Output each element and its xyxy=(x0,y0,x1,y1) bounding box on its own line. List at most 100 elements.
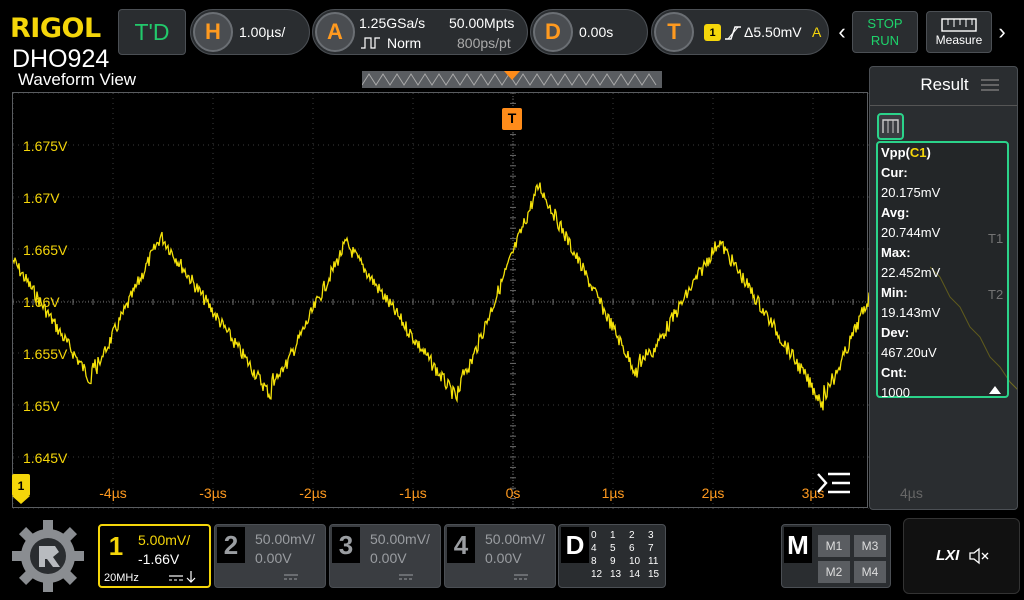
vpp-measurement-card[interactable]: Vpp(C1) Cur: 20.175mV Avg: 20.744mV Max:… xyxy=(876,141,1009,400)
math-channels-box[interactable]: M M1 M3 M2 M4 xyxy=(781,524,891,588)
brand-logo: RIGOL xyxy=(10,13,101,44)
digital-bit: 3 xyxy=(648,530,654,541)
digital-channels-box[interactable]: D 0 1 2 3 4 5 6 7 8 9 10 11 12 13 14 15 xyxy=(558,524,666,588)
y-label-3: 1.66V xyxy=(23,294,60,310)
pulse-icon xyxy=(361,37,380,49)
y-label-4: 1.655V xyxy=(23,346,68,362)
top-bar: RIGOL DHO924 T'D H 1.00µs/ A 1.25GSa/s N… xyxy=(0,0,1024,72)
dc-coupling-icon xyxy=(514,574,528,580)
channel-1-level-marker[interactable]: 1 xyxy=(12,474,30,504)
stop-label: STOP xyxy=(867,16,903,31)
y-label-5: 1.65V xyxy=(23,398,60,414)
digital-bit: 0 xyxy=(591,530,597,541)
x-label-3: -1µs xyxy=(399,485,427,501)
lxi-label: LXI xyxy=(936,547,960,564)
y-label-1: 1.67V xyxy=(23,190,60,206)
channel-1-offset: -1.66V xyxy=(138,551,180,567)
gear-icon[interactable] xyxy=(8,516,88,596)
measurement-name: Vpp xyxy=(881,145,906,160)
dc-coupling-icon xyxy=(169,571,196,583)
channel-3-box[interactable]: 3 50.00mV/ 0.00V xyxy=(329,524,441,588)
channel-4-number: 4 xyxy=(447,527,475,563)
triangle-up-icon[interactable] xyxy=(988,385,1002,395)
digital-bit: 5 xyxy=(610,543,616,554)
ruler-icon xyxy=(941,18,977,32)
lxi-status-box[interactable]: LXI xyxy=(903,518,1020,594)
digital-label: D xyxy=(561,527,589,563)
row-value-cur: 20.175mV xyxy=(881,185,941,200)
row-value-cnt: 1000 xyxy=(881,385,910,400)
digital-bit: 4 xyxy=(591,543,597,554)
row-label-avg: Avg: xyxy=(881,205,910,220)
speaker-muted-icon[interactable] xyxy=(968,547,990,565)
channel-3-number: 3 xyxy=(332,527,360,563)
digital-bit: 12 xyxy=(591,569,603,580)
channel-4-scale: 50.00mV/ xyxy=(485,531,545,547)
row-value-min: 19.143mV xyxy=(881,305,941,320)
horizontal-settings[interactable]: H 1.00µs/ xyxy=(190,9,310,55)
trigger-delay-button[interactable]: T'D xyxy=(118,9,186,55)
result-divider xyxy=(870,105,1017,106)
chevron-right-icon[interactable]: › xyxy=(994,14,1010,50)
row-label-min: Min: xyxy=(881,285,908,300)
result-panel[interactable]: Result T1 T2 Vpp(C1) Cur: 20.175mV Avg: … xyxy=(869,66,1018,510)
math-m3-button[interactable]: M3 xyxy=(854,535,886,557)
stop-run-button[interactable]: STOP RUN xyxy=(852,11,918,53)
acquire-settings[interactable]: A 1.25GSa/s Norm 50.00Mpts 800ps/pt xyxy=(312,9,528,55)
trigger-sweep: A xyxy=(812,24,822,40)
digital-bit: 9 xyxy=(610,556,616,567)
sample-rate: 1.25GSa/s xyxy=(359,15,426,31)
measurement-source: C1 xyxy=(909,145,927,160)
math-m1-button[interactable]: M1 xyxy=(818,535,850,557)
channel-2-offset: 0.00V xyxy=(255,550,292,566)
x-label-0: -4µs xyxy=(99,485,127,501)
row-label-cur: Cur: xyxy=(881,165,908,180)
row-label-max: Max: xyxy=(881,245,911,260)
trigger-key[interactable]: T xyxy=(654,12,694,52)
ghost-x-label: 4µs xyxy=(900,485,923,501)
channel-3-scale: 50.00mV/ xyxy=(370,531,430,547)
measure-button[interactable]: Measure xyxy=(926,11,992,53)
timebase-value: 1.00µs/ xyxy=(239,24,286,40)
rising-edge-icon xyxy=(725,26,741,40)
horizontal-key[interactable]: H xyxy=(193,12,233,52)
trigger-settings[interactable]: T 1 Δ5.50mV A xyxy=(651,9,829,55)
x-label-1: -3µs xyxy=(199,485,227,501)
pulse-icon xyxy=(882,119,899,133)
waveform-plot[interactable]: 1.675V 1.67V 1.665V 1.66V 1.655V 1.65V 1… xyxy=(12,92,869,509)
menu-list-icon[interactable] xyxy=(816,470,852,498)
measurement-type-icon[interactable] xyxy=(877,113,904,140)
row-value-max: 22.452mV xyxy=(881,265,941,280)
hamburger-icon[interactable] xyxy=(981,78,999,92)
x-label-5: 1µs xyxy=(601,485,625,501)
row-value-dev: 467.20uV xyxy=(881,345,937,360)
math-m2-button[interactable]: M2 xyxy=(818,561,850,583)
acquire-key[interactable]: A xyxy=(315,12,355,52)
chevron-left-icon[interactable]: ‹ xyxy=(834,14,850,50)
y-label-0: 1.675V xyxy=(23,138,68,154)
digital-bit: 7 xyxy=(648,543,654,554)
digital-bit: 11 xyxy=(648,556,659,567)
trigger-time-badge[interactable]: T xyxy=(502,108,522,130)
waveform-view-title: Waveform View xyxy=(18,70,137,89)
row-value-avg: 20.744mV xyxy=(881,225,941,240)
x-label-2: -2µs xyxy=(299,485,327,501)
channel-3-offset: 0.00V xyxy=(370,550,407,566)
delay-key[interactable]: D xyxy=(533,12,573,52)
trigger-source-badge: 1 xyxy=(704,24,721,41)
dc-coupling-icon xyxy=(284,574,298,580)
channel-1-bandwidth: 20MHz xyxy=(104,572,139,584)
measure-label: Measure xyxy=(935,33,983,47)
channel-4-box[interactable]: 4 50.00mV/ 0.00V xyxy=(444,524,556,588)
delay-settings[interactable]: D 0.00s xyxy=(530,9,648,55)
channel-2-number: 2 xyxy=(217,527,245,563)
math-m4-button[interactable]: M4 xyxy=(854,561,886,583)
row-label-cnt: Cnt: xyxy=(881,365,907,380)
channel-1-box[interactable]: 1 5.00mV/ -1.66V 20MHz xyxy=(98,524,211,588)
math-label: M xyxy=(784,527,812,563)
digital-bit: 1 xyxy=(610,530,616,541)
dc-coupling-icon xyxy=(399,574,413,580)
channel-2-box[interactable]: 2 50.00mV/ 0.00V xyxy=(214,524,326,588)
digital-bit: 6 xyxy=(629,543,635,554)
channel-4-offset: 0.00V xyxy=(485,550,522,566)
